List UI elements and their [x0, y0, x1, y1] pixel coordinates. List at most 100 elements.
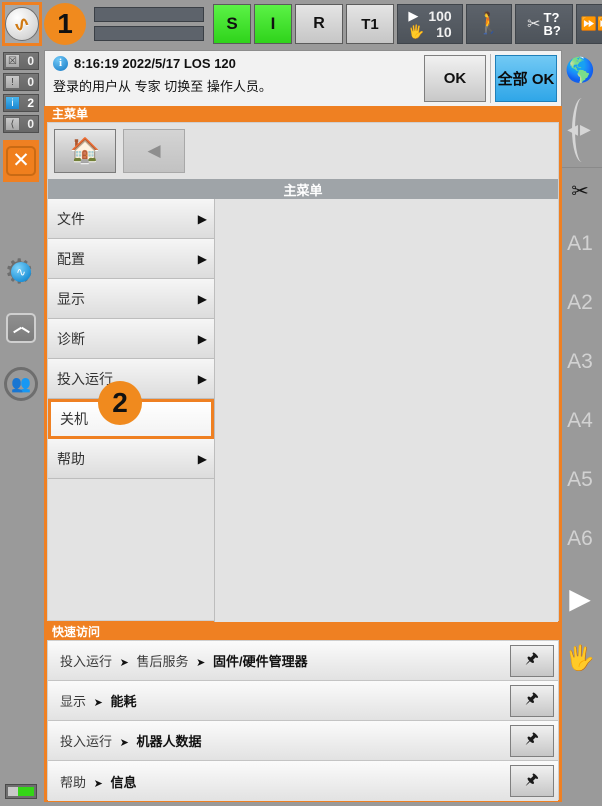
info-icon: i	[53, 56, 68, 71]
coordinate-system-button[interactable]: ◀▶	[558, 92, 602, 168]
message-header: i 8:16:19 2022/5/17 LOS 120	[53, 56, 418, 71]
message-body[interactable]: i 8:16:19 2022/5/17 LOS 120 登录的用户从 专家 切换…	[45, 51, 424, 106]
path-separator-icon: ➤	[93, 697, 103, 709]
robot-menu-button[interactable]: ∿	[2, 2, 42, 46]
right-sidebar: 🌎 ◀▶ ✂ A1 A2 A3 A4 A5 A6 ▶ 🖐	[558, 48, 602, 806]
chevron-right-icon: ▶	[197, 371, 207, 386]
kuka-robot-glyph: ∿	[11, 11, 33, 37]
quick-access-row[interactable]: 帮助 ➤ 信息 🖈	[48, 761, 558, 801]
tool-base-button[interactable]: ✂ T? B?	[515, 4, 573, 44]
status-button-r[interactable]: R	[295, 4, 343, 44]
axis-label-a1: A1	[567, 231, 593, 255]
robot-settings-button[interactable]: ⚙ ∿	[0, 244, 42, 300]
jog-hand-button[interactable]: 🖐	[558, 628, 602, 688]
status-messages[interactable]: ! 0	[3, 73, 39, 91]
wait-messages[interactable]: ⟨ 0	[3, 115, 39, 133]
menu-item-help[interactable]: 帮助 ▶	[48, 439, 214, 479]
operating-mode-label: T1	[361, 15, 379, 33]
play-button[interactable]: ▶	[558, 568, 602, 628]
smartpad-screen: ∿ S I R T1 ▶ 100 🖐 10 🚶 ✂ T? B? ⏩ 1 ☒ 0 …	[0, 0, 602, 806]
jog-axis-a4[interactable]: A4	[558, 391, 602, 450]
pin-button[interactable]: 🖈	[510, 724, 554, 757]
chevron-right-icon: ▶	[197, 291, 207, 306]
hand-icon: 🖐	[408, 24, 425, 39]
home-button[interactable]: 🏠	[54, 129, 116, 173]
users-icon: 👥	[4, 367, 38, 401]
message-ok-all-button[interactable]: 全部 OK	[495, 55, 557, 102]
message-counter-group: ☒ 0 ! 0 i 2 ⟨ 0	[0, 48, 42, 133]
top-button-group: S I R T1 ▶ 100 🖐 10 🚶 ✂ T? B? ⏩	[213, 4, 602, 44]
quick-access-row[interactable]: 显示 ➤ 能耗 🖈	[48, 681, 558, 721]
chevron-right-icon: ▶	[197, 211, 207, 226]
menu-item-configuration[interactable]: 配置 ▶	[48, 239, 214, 279]
quick-access-path: 显示 ➤ 能耗	[48, 691, 510, 710]
info-messages[interactable]: i 2	[3, 94, 39, 112]
play-icon: ▶	[569, 582, 591, 614]
quick-access-row[interactable]: 投入运行 ➤ 机器人数据 🖈	[48, 721, 558, 761]
status-button-s[interactable]: S	[213, 4, 251, 44]
status-bars	[94, 7, 204, 41]
menu-item-diagnosis[interactable]: 诊断 ▶	[48, 319, 214, 359]
pin-icon: 🖈	[525, 690, 539, 707]
base-label: B?	[543, 23, 561, 38]
quick-access-title: 快速访问	[52, 625, 101, 639]
status-button-r-label: R	[313, 15, 325, 32]
quick-access-path: 投入运行 ➤ 机器人数据	[48, 731, 510, 750]
robot-tool-icon: ✂	[571, 179, 589, 203]
pin-icon: 🖈	[525, 770, 539, 788]
play-icon: ▶	[408, 8, 419, 23]
message-text: 登录的用户从 专家 切换至 操作人员。	[53, 79, 272, 94]
quick-access-row[interactable]: 投入运行 ➤ 售后服务 ➤ 固件/硬件管理器 🖈	[48, 641, 558, 681]
main-menu-panel-title: 主菜单	[52, 107, 89, 121]
pin-icon: 🖈	[525, 650, 539, 667]
kuka-robot-icon: ∿	[5, 7, 39, 41]
jog-mode-button[interactable]: 🚶	[466, 4, 512, 44]
pin-button[interactable]: 🖈	[510, 765, 554, 797]
back-button[interactable]: ◀	[123, 129, 185, 173]
jog-axis-a2[interactable]: A2	[558, 273, 602, 332]
globe-button[interactable]: 🌎	[558, 48, 602, 92]
path-leaf: 能耗	[110, 694, 137, 709]
menu-item-display-label: 显示	[57, 290, 85, 307]
chevron-right-icon: ▶	[197, 331, 207, 346]
program-override-value: 100	[428, 8, 452, 24]
menu-item-help-label: 帮助	[57, 450, 85, 467]
jog-axis-a5[interactable]: A5	[558, 450, 602, 509]
path-separator-icon: ➤	[93, 777, 103, 790]
menu-level-2-empty	[214, 199, 558, 622]
stop-button[interactable]: ✕	[3, 140, 39, 182]
pin-button[interactable]: 🖈	[510, 684, 554, 717]
jog-axis-a6[interactable]: A6	[558, 509, 602, 568]
status-messages-count: 0	[27, 75, 34, 89]
step-increment-icon: ⏩⏩	[580, 16, 602, 31]
axis-label-a2: A2	[567, 290, 593, 314]
menu-item-files[interactable]: 文件 ▶	[48, 199, 214, 239]
chevron-right-icon: ▶	[197, 251, 207, 266]
path-segment: 售后服务	[136, 654, 189, 669]
message-ok-button[interactable]: OK	[424, 55, 486, 102]
menu-list-header-label: 主菜单	[283, 182, 323, 198]
menu-item-files-label: 文件	[57, 210, 85, 227]
menu-list-header: 主菜单	[48, 179, 558, 199]
operating-mode-button[interactable]: T1	[346, 4, 394, 44]
users-button[interactable]: 👥	[0, 356, 42, 412]
message-buttons: OK 全部 OK	[424, 51, 561, 106]
message-ok-all-label: 全部 OK	[497, 71, 555, 88]
status-button-i[interactable]: I	[254, 4, 292, 44]
axis-label-a3: A3	[567, 349, 593, 373]
pin-button[interactable]: 🖈	[510, 644, 554, 677]
jog-axis-a3[interactable]: A3	[558, 332, 602, 391]
jog-axis-a1[interactable]: A1	[558, 214, 602, 273]
tool-select-button[interactable]: ✂	[558, 168, 602, 214]
quick-access-panel: 快速访问 投入运行 ➤ 售后服务 ➤ 固件/硬件管理器 🖈 显示 ➤ 能耗 🖈 …	[44, 624, 562, 802]
path-segment: 投入运行	[60, 654, 113, 669]
path-separator-icon: ➤	[119, 657, 129, 669]
menu-item-display[interactable]: 显示 ▶	[48, 279, 214, 319]
message-timestamp: 8:16:19 2022/5/17 LOS 120	[74, 56, 236, 71]
override-button[interactable]: ▶ 100 🖐 10	[397, 4, 463, 44]
clock-button[interactable]	[0, 300, 42, 356]
status-button-s-label: S	[226, 14, 238, 33]
acknowledge-messages[interactable]: ☒ 0	[3, 52, 39, 70]
menu-item-configuration-label: 配置	[57, 250, 85, 267]
increment-button[interactable]: ⏩⏩ ∞	[576, 4, 602, 44]
